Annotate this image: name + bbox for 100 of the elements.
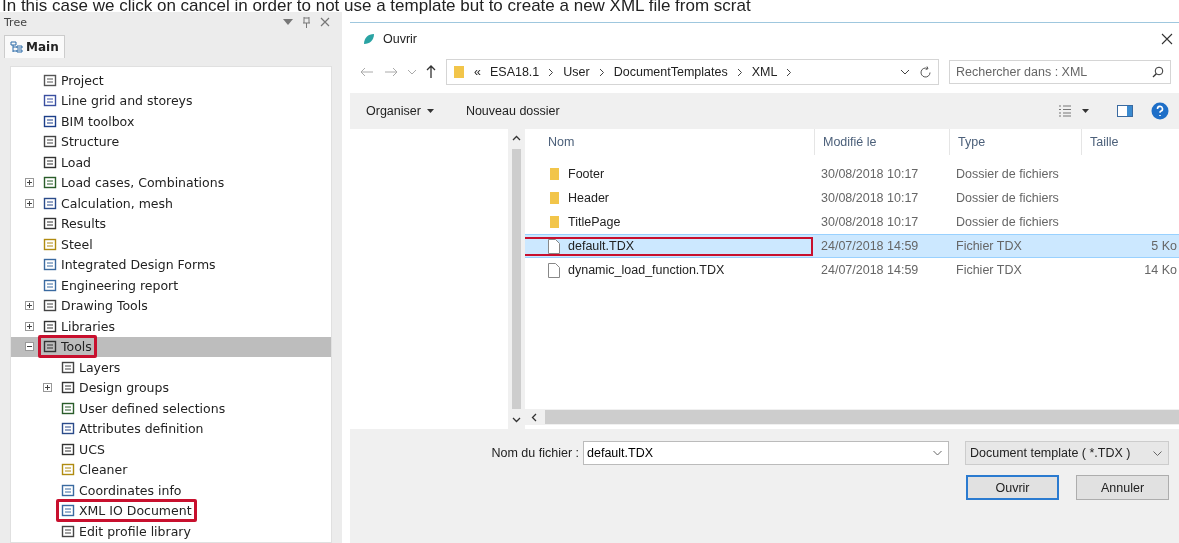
tree-item-label: Structure [61, 134, 120, 150]
breadcrumb-item[interactable]: User [563, 65, 590, 79]
chevron-down-icon[interactable] [512, 417, 521, 423]
tree-item-label: Engineering report [61, 277, 179, 293]
toolbar-button[interactable]: Organiser [362, 102, 438, 120]
column-header[interactable]: Taille [1082, 129, 1179, 155]
breadcrumb-item[interactable]: XML [751, 65, 778, 79]
chevron-right-icon[interactable] [598, 67, 605, 77]
chevron-down-icon[interactable] [900, 69, 910, 75]
tree-item[interactable]: Edit profile library [11, 521, 331, 542]
tree-item[interactable]: Attributes definition [11, 418, 331, 439]
filename-field[interactable]: default.TDX [583, 441, 949, 465]
address-bar[interactable]: « ESA18.1 User DocumentTemplates XML [446, 59, 939, 85]
file-row[interactable]: TitlePage 30/08/2018 10:17 Dossier de fichiers [525, 210, 1179, 234]
chevron-right-icon[interactable] [736, 67, 743, 77]
column-header[interactable]: Modifié le [815, 129, 950, 155]
column-header[interactable]: Nom [525, 129, 815, 155]
tree-item-label: Tools [61, 339, 92, 355]
tree-item[interactable]: Calculation, mesh [11, 193, 331, 214]
file-name: TitlePage [568, 215, 621, 229]
tree-item[interactable]: Project [11, 70, 331, 91]
tree-item[interactable]: Steel [11, 234, 331, 255]
tree-item[interactable]: Load cases, Combinations [11, 172, 331, 193]
tree-item[interactable]: User defined selections [11, 398, 331, 419]
toolbar-button[interactable]: Nouveau dossier [461, 102, 564, 120]
tree-item-label: Line grid and storeys [61, 93, 193, 109]
view-list-icon[interactable] [1058, 105, 1072, 117]
tree-item[interactable]: Design groups [11, 377, 331, 398]
tree-item-label: Design groups [79, 380, 169, 396]
tree-item[interactable]: Results [11, 213, 331, 234]
file-row[interactable]: default.TDX 24/07/2018 14:59 Fichier TDX 5 Ko [525, 234, 1179, 258]
help-icon[interactable] [1151, 102, 1169, 120]
folder-icon [548, 191, 560, 205]
tree-item[interactable]: Tools [11, 336, 331, 357]
item-icon [61, 401, 75, 415]
close-icon[interactable] [1161, 33, 1173, 45]
tree-item-label: UCS [79, 441, 105, 457]
leaf-icon [362, 32, 376, 46]
file-type: Fichier TDX [955, 239, 1023, 253]
tree-item[interactable]: BIM toolbox [11, 111, 331, 132]
file-size: 14 Ko [1143, 263, 1178, 277]
chevron-right-icon[interactable] [786, 67, 793, 77]
item-icon [43, 94, 57, 108]
column-header[interactable]: Type [950, 129, 1082, 155]
chevron-up-icon[interactable] [512, 135, 521, 141]
tree-item[interactable]: UCS [11, 439, 331, 460]
tree-item[interactable]: Structure [11, 131, 331, 152]
tree-item-label: Steel [61, 236, 93, 252]
dialog-button[interactable]: Annuler [1076, 475, 1169, 500]
dropdown-icon[interactable] [283, 19, 293, 25]
chevron-down-icon [1153, 450, 1162, 456]
item-icon [61, 442, 75, 456]
tree-tab[interactable]: Main [4, 35, 65, 58]
file-type-dropdown[interactable]: Document template ( *.TDX ) [965, 441, 1169, 465]
up-arrow-icon[interactable] [426, 65, 436, 79]
tree-item-label: Layers [79, 359, 121, 375]
tree-item-label: Results [61, 216, 107, 232]
item-icon [43, 196, 57, 210]
file-row[interactable]: Header 30/08/2018 10:17 Dossier de fichiers [525, 186, 1179, 210]
tree-item-label: Load [61, 154, 91, 170]
item-icon [43, 176, 57, 190]
file-row[interactable]: Footer 30/08/2018 10:17 Dossier de fichiers [525, 162, 1179, 186]
chevron-left-icon[interactable] [531, 412, 537, 422]
caret-icon [426, 109, 434, 113]
item-icon [61, 524, 75, 538]
tree-item-label: Attributes definition [79, 421, 204, 437]
caret-icon[interactable] [1082, 109, 1089, 113]
refresh-icon[interactable] [919, 65, 932, 79]
chevron-right-icon[interactable] [548, 67, 555, 77]
breadcrumb-item[interactable]: DocumentTemplates [613, 65, 728, 79]
item-icon [61, 381, 75, 395]
tree-item[interactable]: Engineering report [11, 275, 331, 296]
folder-icon [548, 215, 560, 229]
dialog-title: Ouvrir [383, 32, 419, 46]
item-icon [61, 463, 75, 477]
preview-pane-icon[interactable] [1117, 105, 1133, 117]
file-date: 24/07/2018 14:59 [820, 263, 920, 277]
pin-icon[interactable] [302, 16, 311, 28]
file-row[interactable]: dynamic_load_function.TDX 24/07/2018 14:59 Fichier TDX 14 Ko [525, 258, 1179, 282]
dialog-button[interactable]: Ouvrir [966, 475, 1059, 500]
tree-item-label: XML IO Document [79, 503, 192, 519]
tree-item[interactable]: Coordinates info [11, 480, 331, 501]
breadcrumb-item[interactable]: ESA18.1 [489, 65, 540, 79]
search-field[interactable]: Rechercher dans : XML [949, 60, 1171, 84]
tree-item-label: Calculation, mesh [61, 195, 173, 211]
tree-item-label: User defined selections [79, 400, 226, 416]
tree-item-label: Integrated Design Forms [61, 257, 216, 273]
file-date: 30/08/2018 10:17 [820, 215, 920, 229]
tree-item[interactable]: Integrated Design Forms [11, 254, 331, 275]
filename-label: Nom du fichier : [491, 446, 579, 460]
item-icon [43, 217, 57, 231]
tree-item[interactable]: Drawing Tools [11, 295, 331, 316]
item-icon [43, 319, 57, 333]
tree-item[interactable]: Cleaner [11, 459, 331, 480]
tree-item[interactable]: Libraries [11, 316, 331, 337]
tree-item[interactable]: Layers [11, 357, 331, 378]
tree-item[interactable]: Load [11, 152, 331, 173]
tree-item[interactable]: Line grid and storeys [11, 90, 331, 111]
scrollbar[interactable] [525, 409, 1179, 425]
breadcrumb-item[interactable]: « [474, 65, 481, 79]
